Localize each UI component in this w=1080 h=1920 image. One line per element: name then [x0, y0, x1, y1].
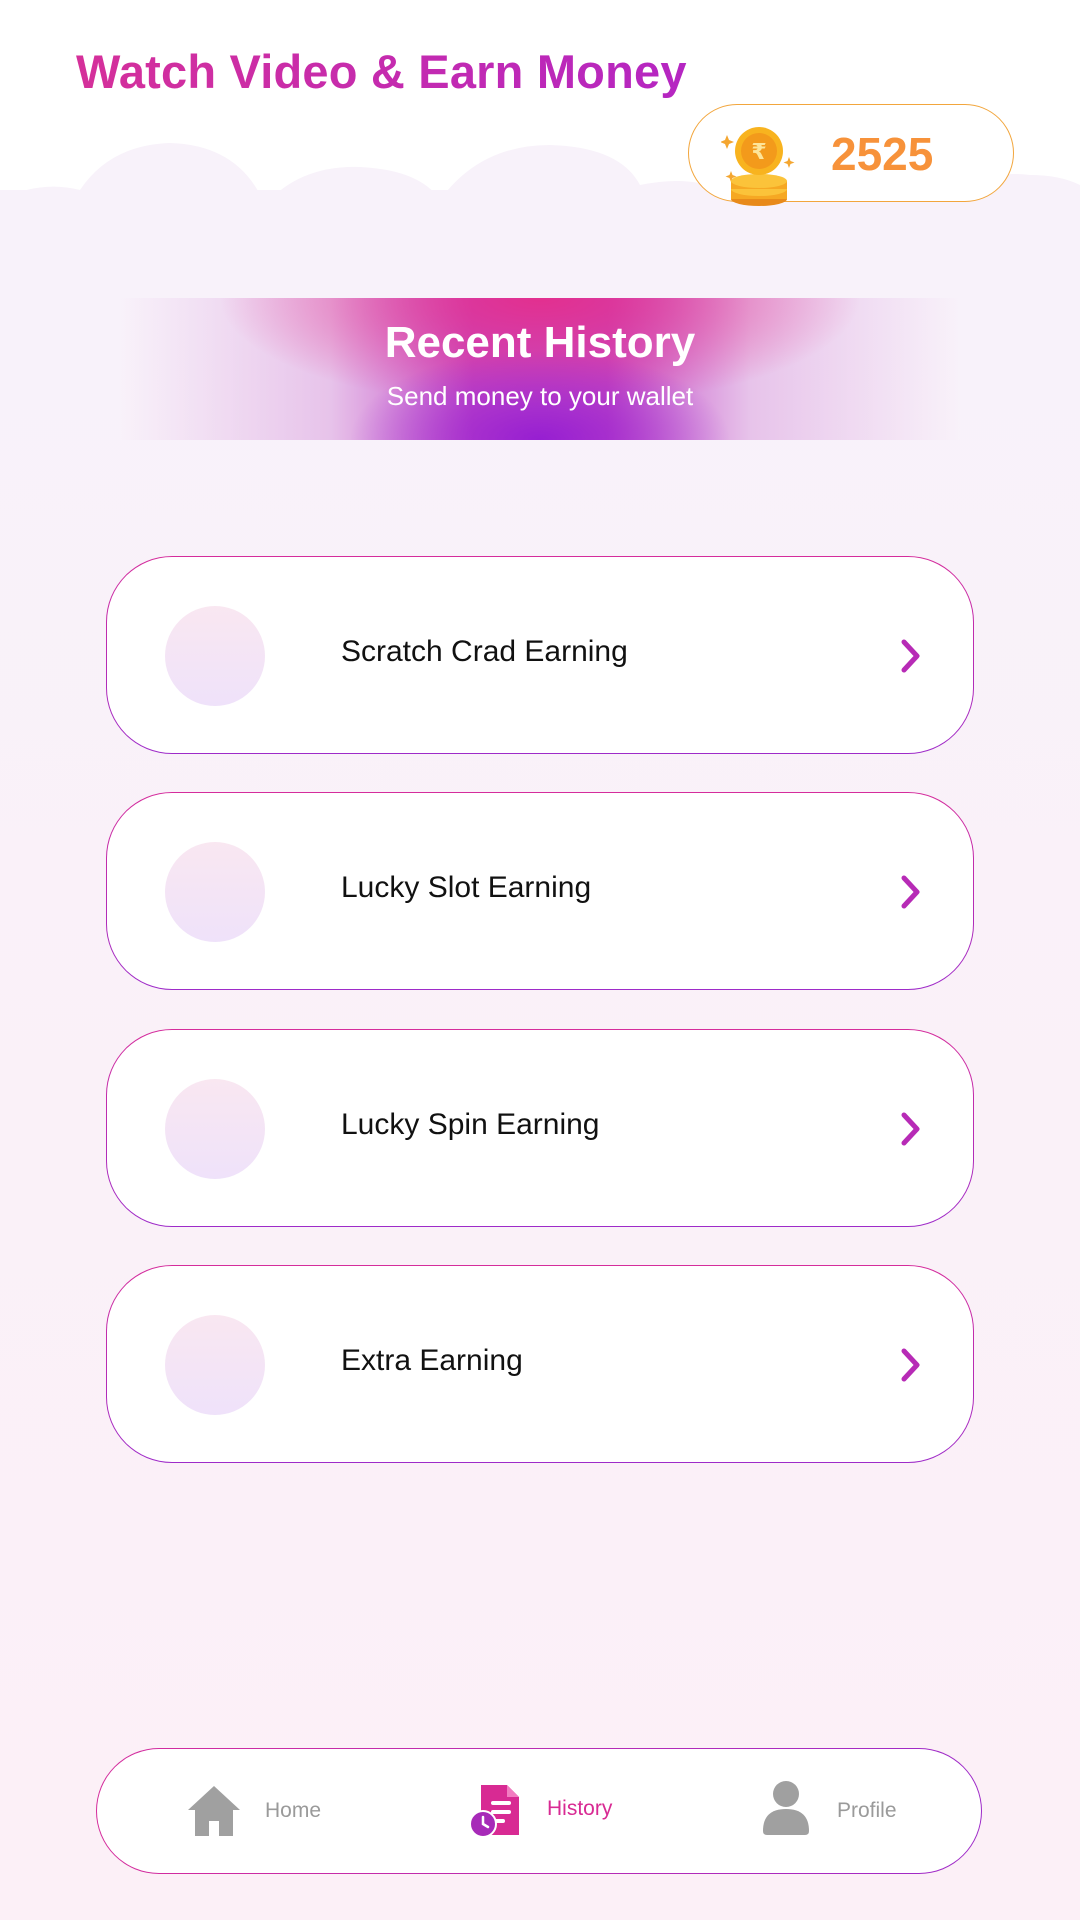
- rupee-coin-stack-icon: ₹: [721, 127, 795, 206]
- history-icon: [469, 1785, 519, 1838]
- bottom-navigation: Home History Profile: [96, 1748, 982, 1874]
- chevron-right-icon: [901, 639, 920, 673]
- history-item-extra[interactable]: Extra Earning: [106, 1265, 974, 1463]
- nav-label-profile: Profile: [837, 1799, 897, 1822]
- item-icon-placeholder: [165, 1315, 265, 1415]
- item-icon-placeholder: [165, 842, 265, 942]
- history-item-label: Lucky Slot Earning: [341, 871, 592, 904]
- history-item-label: Extra Earning: [341, 1344, 523, 1377]
- banner-subtitle: Send money to your wallet: [386, 381, 694, 411]
- nav-item-history[interactable]: History: [467, 1749, 627, 1873]
- app-title: Watch Video & Earn Money: [76, 45, 687, 98]
- history-item-lucky-slot[interactable]: Lucky Slot Earning: [106, 792, 974, 990]
- chevron-right-icon: [901, 1348, 920, 1382]
- chevron-right-icon: [901, 875, 920, 909]
- history-item-label: Scratch Crad Earning: [341, 635, 628, 668]
- banner-title: Recent History: [384, 318, 696, 367]
- item-icon-placeholder: [165, 1079, 265, 1179]
- history-item-label: Lucky Spin Earning: [341, 1108, 600, 1141]
- nav-item-home[interactable]: Home: [185, 1749, 345, 1873]
- svg-text:₹: ₹: [751, 140, 766, 165]
- recent-history-banner: Recent History Send money to your wallet: [120, 298, 960, 440]
- nav-label-home: Home: [265, 1799, 322, 1822]
- coin-balance-value: 2525: [831, 128, 934, 180]
- profile-icon: [763, 1781, 809, 1835]
- chevron-right-icon: [901, 1112, 920, 1146]
- item-icon-placeholder: [165, 606, 265, 706]
- history-item-scratch-card[interactable]: Scratch Crad Earning: [106, 556, 974, 754]
- nav-item-profile[interactable]: Profile: [761, 1749, 921, 1873]
- history-item-lucky-spin[interactable]: Lucky Spin Earning: [106, 1029, 974, 1227]
- wallet-balance[interactable]: ₹ 2525: [688, 104, 1014, 206]
- nav-label-history: History: [547, 1797, 613, 1820]
- home-icon: [188, 1786, 240, 1836]
